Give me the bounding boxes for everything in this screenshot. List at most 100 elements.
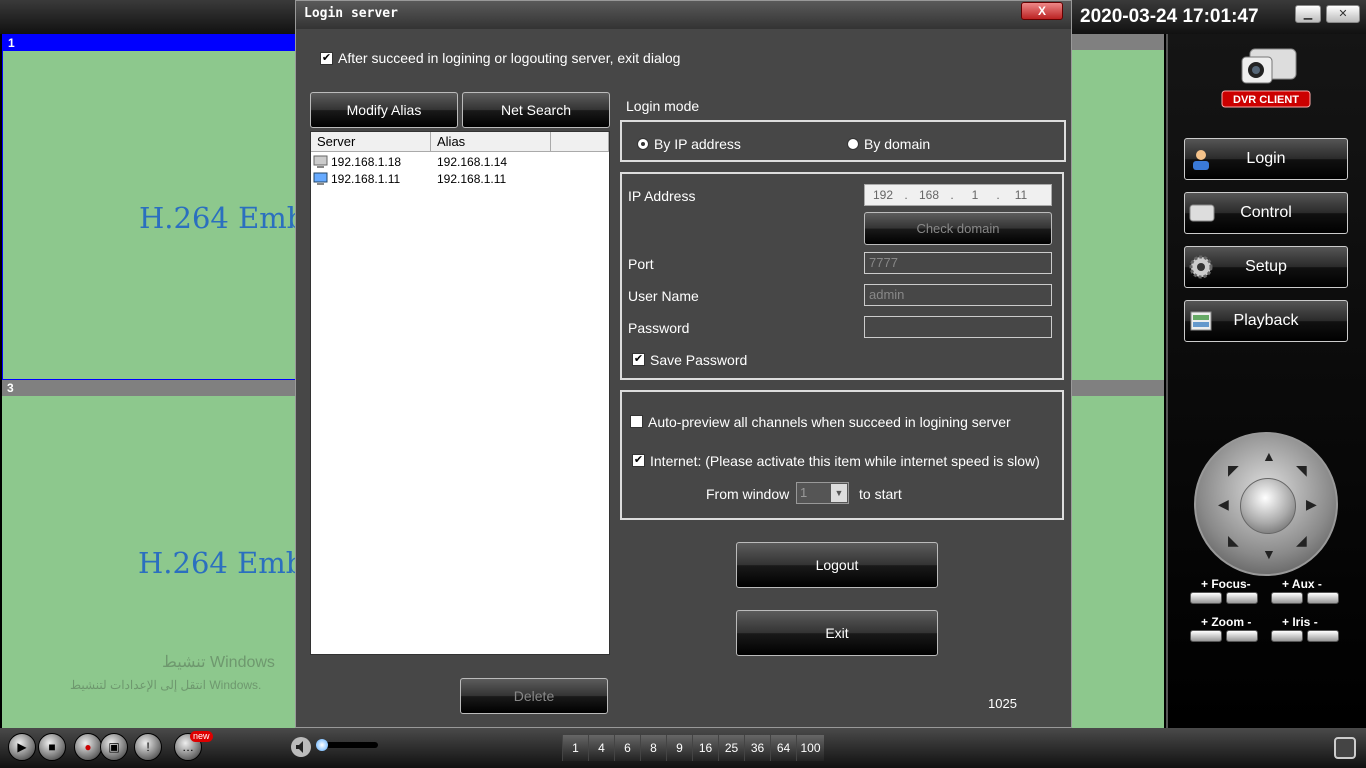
split-8-button[interactable]: 8 — [640, 735, 666, 761]
minimize-icon[interactable]: ▁ — [1295, 5, 1321, 23]
modify-alias-button[interactable]: Modify Alias — [310, 92, 458, 128]
column-empty — [551, 132, 609, 152]
by-ip-radio[interactable] — [637, 138, 649, 150]
iris-plus-button[interactable] — [1271, 630, 1303, 642]
ptz-center-button[interactable] — [1240, 478, 1296, 534]
list-item[interactable]: 192.168.1.18 192.168.1.14 — [311, 154, 609, 171]
alias-cell: 192.168.1.14 — [437, 155, 508, 169]
datetime-display: 2020-03-24 17:01:47 — [1080, 6, 1259, 27]
password-input[interactable] — [864, 316, 1052, 338]
gear-icon — [1189, 255, 1213, 279]
device-icon — [1189, 201, 1215, 225]
ip-octet-4[interactable]: 11 — [1003, 185, 1039, 205]
from-window-label: From window — [706, 486, 790, 502]
record-icon[interactable]: ● — [74, 733, 102, 761]
split-100-button[interactable]: 100 — [796, 735, 824, 761]
ptz-down-icon[interactable]: ▼ — [1262, 546, 1276, 562]
by-domain-label: By domain — [864, 136, 931, 152]
server-list-header: Server Alias — [311, 132, 609, 152]
fullscreen-icon[interactable] — [1334, 737, 1356, 759]
internet-checkbox[interactable]: ✔ — [632, 454, 645, 467]
check-domain-button[interactable]: Check domain — [864, 212, 1052, 245]
split-36-button[interactable]: 36 — [744, 735, 770, 761]
video-pane-4[interactable] — [1072, 380, 1164, 728]
ip-dot: . — [904, 188, 908, 202]
column-alias[interactable]: Alias — [431, 132, 551, 152]
save-password-checkbox[interactable]: ✔ — [632, 353, 645, 366]
iris-minus-button[interactable] — [1307, 630, 1339, 642]
split-64-button[interactable]: 64 — [770, 735, 796, 761]
activation-watermark-title: تنشيط Windows — [162, 654, 275, 671]
ptz-up-left-icon[interactable]: ◤ — [1228, 462, 1239, 479]
ptz-up-icon[interactable]: ▲ — [1262, 448, 1276, 464]
new-badge: new — [190, 731, 213, 742]
split-25-button[interactable]: 25 — [718, 735, 744, 761]
alias-cell: 192.168.1.11 — [437, 172, 507, 186]
from-window-value: 1 — [800, 485, 808, 500]
volume-slider-handle[interactable] — [316, 739, 328, 751]
ip-octet-1[interactable]: 192 — [865, 185, 901, 205]
ptz-right-icon[interactable]: ▶ — [1306, 496, 1317, 513]
focus-plus-button[interactable] — [1190, 592, 1222, 604]
zoom-minus-button[interactable] — [1226, 630, 1258, 642]
split-4-button[interactable]: 4 — [588, 735, 614, 761]
zoom-plus-button[interactable] — [1190, 630, 1222, 642]
logout-button[interactable]: Logout — [736, 542, 938, 588]
play-icon[interactable]: ▶ — [8, 733, 36, 761]
server-cell: 192.168.1.18 — [331, 155, 402, 169]
sidebar-control-label: Control — [1240, 204, 1292, 221]
video-pane-3[interactable]: 3 H.264 Emb — [2, 380, 304, 728]
split-1-button[interactable]: 1 — [562, 735, 588, 761]
snapshot-icon[interactable]: ▣ — [100, 733, 128, 761]
column-server[interactable]: Server — [311, 132, 431, 152]
aux-minus-button[interactable] — [1307, 592, 1339, 604]
computer-connected-icon — [313, 172, 328, 186]
ip-octet-3[interactable]: 1 — [957, 185, 993, 205]
exit-button[interactable]: Exit — [736, 610, 938, 656]
split-9-button[interactable]: 9 — [666, 735, 692, 761]
sidebar-login-label: Login — [1246, 150, 1286, 167]
ptz-joystick[interactable]: ▲ ▼ ◀ ▶ ◤ ◥ ◣ ◢ — [1194, 432, 1338, 576]
from-window-select[interactable]: 1 ▼ — [796, 482, 849, 504]
close-icon[interactable]: ✕ — [1326, 5, 1360, 23]
sidebar-setup-button[interactable]: Setup — [1184, 246, 1348, 288]
ptz-up-right-icon[interactable]: ◥ — [1296, 462, 1307, 479]
net-search-button[interactable]: Net Search — [462, 92, 610, 128]
volume-icon[interactable] — [290, 736, 312, 758]
exit-after-checkbox[interactable]: ✔ — [320, 52, 333, 65]
activation-watermark-text: انتقل إلى الإعدادات لتنشيط Windows. — [70, 678, 262, 692]
stop-icon[interactable]: ■ — [38, 733, 66, 761]
logo-text: DVR CLIENT — [1233, 94, 1299, 106]
server-list[interactable]: Server Alias 192.168.1.18 192.168.1.14 1… — [310, 131, 610, 655]
sidebar-playback-button[interactable]: Playback — [1184, 300, 1348, 342]
computer-icon — [313, 155, 328, 169]
talk-icon[interactable]: ! — [134, 733, 162, 761]
ptz-left-icon[interactable]: ◀ — [1218, 496, 1229, 513]
auto-preview-checkbox[interactable] — [630, 415, 643, 428]
username-input[interactable]: admin — [864, 284, 1052, 306]
ptz-down-left-icon[interactable]: ◣ — [1228, 532, 1239, 549]
list-item[interactable]: 192.168.1.11 192.168.1.11 — [311, 171, 609, 188]
aux-plus-button[interactable] — [1271, 592, 1303, 604]
by-domain-radio[interactable] — [847, 138, 859, 150]
video-pane-2[interactable] — [1072, 34, 1164, 380]
dvr-client-logo: DVR CLIENT — [1220, 45, 1312, 115]
video-pane-1[interactable]: 1 H.264 Emb — [2, 34, 305, 380]
focus-minus-button[interactable] — [1226, 592, 1258, 604]
sidebar-login-button[interactable]: Login — [1184, 138, 1348, 180]
ip-octet-2[interactable]: 168 — [911, 185, 947, 205]
ip-address-input[interactable]: 192. 168. 1. 11 — [864, 184, 1052, 206]
ptz-down-right-icon[interactable]: ◢ — [1296, 532, 1307, 549]
chevron-down-icon[interactable]: ▼ — [831, 484, 847, 502]
port-label: Port — [628, 256, 654, 272]
sidebar-playback-label: Playback — [1233, 312, 1299, 329]
film-icon — [1189, 309, 1213, 333]
sidebar-control-button[interactable]: Control — [1184, 192, 1348, 234]
split-6-button[interactable]: 6 — [614, 735, 640, 761]
dialog-close-button[interactable]: X — [1021, 2, 1063, 20]
port-input[interactable]: 7777 — [864, 252, 1052, 274]
split-16-button[interactable]: 16 — [692, 735, 718, 761]
server-cell: 192.168.1.11 — [331, 172, 401, 186]
delete-button[interactable]: Delete — [460, 678, 608, 714]
focus-label: + Focus- — [1201, 577, 1251, 591]
